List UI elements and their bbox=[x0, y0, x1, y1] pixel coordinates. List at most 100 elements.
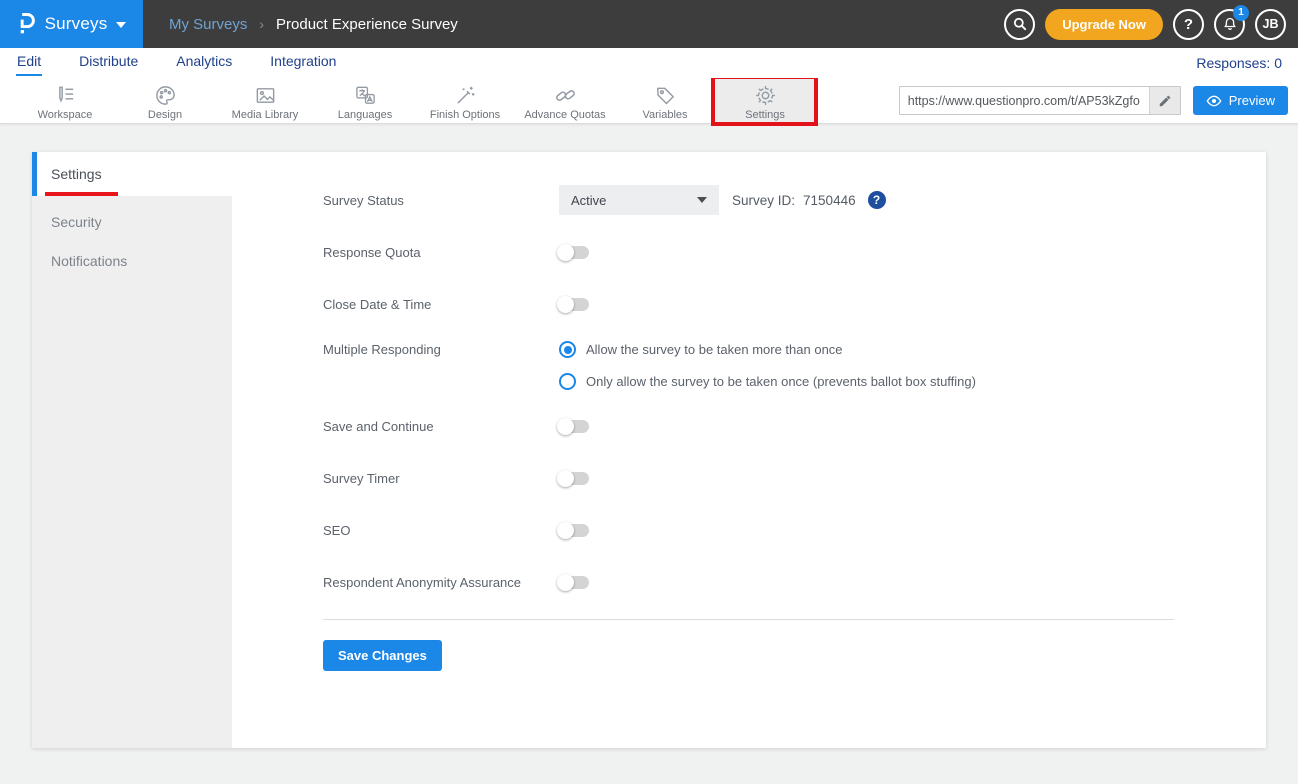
survey-status-row: Survey Status Active Survey ID: 7150446 … bbox=[323, 185, 1266, 215]
survey-id-group: Survey ID: 7150446 ? bbox=[732, 191, 886, 209]
top-header: Surveys My Surveys › Product Experience … bbox=[0, 0, 1298, 48]
survey-url-field-wrap bbox=[899, 86, 1181, 115]
save-continue-row: Save and Continue bbox=[323, 411, 1266, 441]
toggle-knob bbox=[557, 470, 574, 487]
notification-badge: 1 bbox=[1233, 5, 1249, 21]
chevron-down-icon bbox=[116, 22, 126, 28]
workspace-icon bbox=[54, 84, 77, 107]
upgrade-now-button[interactable]: Upgrade Now bbox=[1045, 9, 1163, 40]
survey-status-label: Survey Status bbox=[323, 193, 559, 208]
response-quota-label: Response Quota bbox=[323, 245, 559, 260]
toolbar-item-languages[interactable]: Languages bbox=[315, 78, 415, 123]
toggle-knob bbox=[557, 522, 574, 539]
sidebar-item-label: Security bbox=[51, 214, 102, 230]
breadcrumb-my-surveys[interactable]: My Surveys bbox=[169, 16, 247, 33]
toolbar-item-settings[interactable]: Settings bbox=[715, 78, 815, 123]
close-date-label: Close Date & Time bbox=[323, 297, 559, 312]
toolbar-item-media-library[interactable]: Media Library bbox=[215, 78, 315, 123]
search-icon[interactable] bbox=[1004, 9, 1035, 40]
multiple-responding-options: Allow the survey to be taken more than o… bbox=[559, 341, 976, 390]
tab-distribute[interactable]: Distribute bbox=[78, 50, 139, 76]
breadcrumb: My Surveys › Product Experience Survey bbox=[169, 16, 458, 33]
breadcrumb-separator: › bbox=[259, 16, 264, 32]
toolbar-item-advance-quotas[interactable]: Advance Quotas bbox=[515, 78, 615, 123]
multiple-responding-label: Multiple Responding bbox=[323, 341, 559, 357]
toggle-knob bbox=[557, 244, 574, 261]
tab-integration[interactable]: Integration bbox=[269, 50, 337, 76]
sidebar-item-security[interactable]: Security bbox=[32, 202, 232, 241]
radio-option-once[interactable]: Only allow the survey to be taken once (… bbox=[559, 373, 976, 390]
radio-unselected-icon[interactable] bbox=[559, 373, 576, 390]
sidebar-item-label: Notifications bbox=[51, 253, 127, 269]
design-palette-icon bbox=[154, 84, 177, 107]
anonymity-toggle[interactable] bbox=[559, 576, 589, 589]
survey-subnav: Edit Distribute Analytics Integration Re… bbox=[0, 48, 1298, 78]
settings-sidebar: Settings Security Notifications bbox=[32, 152, 232, 748]
survey-timer-toggle[interactable] bbox=[559, 472, 589, 485]
seo-label: SEO bbox=[323, 523, 559, 538]
header-actions: Upgrade Now ? 1 JB bbox=[1004, 9, 1286, 40]
radio-option-label: Allow the survey to be taken more than o… bbox=[586, 342, 843, 357]
survey-url-input[interactable] bbox=[900, 87, 1149, 114]
save-continue-label: Save and Continue bbox=[323, 419, 559, 434]
survey-timer-label: Survey Timer bbox=[323, 471, 559, 486]
edit-toolbar: Workspace Design Media Library bbox=[0, 78, 1298, 124]
tab-edit[interactable]: Edit bbox=[16, 50, 42, 76]
toolbar-item-workspace[interactable]: Workspace bbox=[15, 78, 115, 123]
close-date-row: Close Date & Time bbox=[323, 289, 1266, 319]
chevron-down-icon bbox=[697, 197, 707, 203]
sidebar-item-notifications[interactable]: Notifications bbox=[32, 241, 232, 280]
toolbar-item-label: Settings bbox=[745, 109, 785, 121]
app-logo-menu[interactable]: Surveys bbox=[0, 0, 143, 48]
survey-timer-row: Survey Timer bbox=[323, 463, 1266, 493]
radio-option-label: Only allow the survey to be taken once (… bbox=[586, 374, 976, 389]
tab-analytics[interactable]: Analytics bbox=[175, 50, 233, 76]
toggle-knob bbox=[557, 574, 574, 591]
subnav-tabs: Edit Distribute Analytics Integration bbox=[16, 50, 337, 76]
anonymity-row: Respondent Anonymity Assurance bbox=[323, 567, 1266, 597]
settings-form: Survey Status Active Survey ID: 7150446 … bbox=[323, 152, 1266, 748]
languages-icon bbox=[354, 84, 377, 107]
toolbar-item-label: Finish Options bbox=[430, 109, 500, 121]
seo-row: SEO bbox=[323, 515, 1266, 545]
survey-id-help-icon[interactable]: ? bbox=[868, 191, 886, 209]
survey-url-group: Preview bbox=[899, 78, 1288, 123]
toolbar-item-label: Languages bbox=[338, 109, 392, 121]
toolbar-item-variables[interactable]: Variables bbox=[615, 78, 715, 123]
breadcrumb-survey-title: Product Experience Survey bbox=[276, 16, 458, 33]
responses-count[interactable]: Responses: 0 bbox=[1196, 55, 1282, 71]
close-date-toggle[interactable] bbox=[559, 298, 589, 311]
toolbar-item-label: Variables bbox=[642, 109, 687, 121]
toolbar-item-label: Advance Quotas bbox=[524, 109, 605, 121]
toolbar-item-finish-options[interactable]: Finish Options bbox=[415, 78, 515, 123]
radio-option-multiple[interactable]: Allow the survey to be taken more than o… bbox=[559, 341, 976, 358]
save-continue-toggle[interactable] bbox=[559, 420, 589, 433]
anonymity-label: Respondent Anonymity Assurance bbox=[323, 575, 559, 590]
help-icon[interactable]: ? bbox=[1173, 9, 1204, 40]
avatar[interactable]: JB bbox=[1255, 9, 1286, 40]
survey-status-dropdown[interactable]: Active bbox=[559, 185, 719, 215]
preview-button[interactable]: Preview bbox=[1193, 86, 1288, 115]
eye-icon bbox=[1206, 95, 1222, 107]
multiple-responding-row: Multiple Responding Allow the survey to … bbox=[323, 341, 1266, 390]
sidebar-item-settings[interactable]: Settings bbox=[32, 152, 232, 196]
toggle-knob bbox=[557, 418, 574, 435]
notifications-bell-icon[interactable]: 1 bbox=[1214, 9, 1245, 40]
edit-url-pencil-icon[interactable] bbox=[1149, 87, 1180, 114]
settings-gear-icon bbox=[754, 84, 777, 107]
form-divider bbox=[323, 619, 1174, 620]
save-changes-button[interactable]: Save Changes bbox=[323, 640, 442, 671]
response-quota-row: Response Quota bbox=[323, 237, 1266, 267]
radio-selected-icon[interactable] bbox=[559, 341, 576, 358]
product-switcher-label: Surveys bbox=[45, 14, 108, 34]
toolbar-item-label: Design bbox=[148, 109, 182, 121]
questionpro-logo-icon bbox=[17, 12, 36, 36]
toolbar-item-design[interactable]: Design bbox=[115, 78, 215, 123]
media-library-icon bbox=[254, 84, 277, 107]
sidebar-item-label: Settings bbox=[51, 166, 102, 182]
toolbar-item-label: Media Library bbox=[232, 109, 299, 121]
settings-card: Settings Security Notifications Survey S… bbox=[32, 152, 1266, 748]
variables-tag-icon bbox=[654, 84, 677, 107]
response-quota-toggle[interactable] bbox=[559, 246, 589, 259]
seo-toggle[interactable] bbox=[559, 524, 589, 537]
